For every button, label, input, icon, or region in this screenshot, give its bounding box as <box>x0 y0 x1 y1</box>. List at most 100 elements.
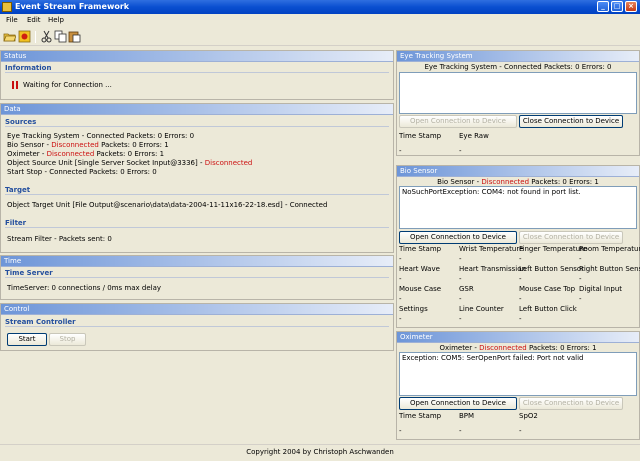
status-bar: Copyright 2004 by Christoph Aschwanden <box>0 444 640 461</box>
bio-field-label: Finger Temperature <box>519 245 588 253</box>
oxi-field-label: SpO2 <box>519 412 538 420</box>
bio-field-value: - <box>519 255 522 263</box>
bio-field-label: Line Counter <box>459 305 504 313</box>
oximeter-panel: Oximeter Oximeter - Disconnected Packets… <box>396 331 640 440</box>
menu-file[interactable]: File <box>6 15 18 26</box>
bio-field-value: - <box>579 255 582 263</box>
stream-controller-title: Stream Controller <box>5 317 389 327</box>
oxi-field-value: - <box>519 427 522 435</box>
toolbar <box>0 28 640 46</box>
title-bar: Event Stream Framework _ □ × <box>0 0 640 14</box>
bio-log-text: NoSuchPortException: COM4: not found in … <box>402 188 581 196</box>
control-header: Control <box>1 304 393 315</box>
source-oxi-state: Disconnected <box>46 150 95 158</box>
bio-status-prefix: Bio Sensor - <box>437 178 482 186</box>
eye-field-value: - <box>399 147 402 155</box>
time-server-title-label: Time Server <box>5 269 53 277</box>
bio-field-label: Digital Input <box>579 285 623 293</box>
menu-help[interactable]: Help <box>48 15 64 26</box>
menu-bar: File Edit Help <box>0 14 640 27</box>
bio-field-value: - <box>459 275 462 283</box>
stream-filter: Stream Filter - Packets sent: 0 <box>7 235 112 243</box>
paste-icon[interactable] <box>68 30 81 43</box>
bio-field-value: - <box>399 275 402 283</box>
bio-status-suffix: Packets: 0 Errors: 1 <box>529 178 599 186</box>
target-unit: Object Target Unit [File Output@scenario… <box>7 201 328 209</box>
oximeter-header: Oximeter <box>397 332 639 343</box>
source-eye-tracking: Eye Tracking System - Connected Packets:… <box>7 132 195 140</box>
time-panel: Time Time Server TimeServer: 0 connectio… <box>0 255 394 300</box>
bio-field-label: Heart Wave <box>399 265 440 273</box>
target-title: Target <box>5 185 389 195</box>
time-server-title: Time Server <box>5 268 389 278</box>
minimize-button[interactable]: _ <box>597 1 609 12</box>
copy-icon[interactable] <box>54 30 67 43</box>
status-header-label: Status <box>4 52 27 60</box>
bio-field-value: - <box>399 315 402 323</box>
bio-sensor-panel: Bio Sensor Bio Sensor - Disconnected Pac… <box>396 165 640 328</box>
bio-field-label: Room Temperature <box>579 245 640 253</box>
bio-field-label: Heart Transmission <box>459 265 526 273</box>
source-object-unit: Object Source Unit [Single Server Socket… <box>7 159 252 168</box>
source-bio-suffix: Packets: 0 Errors: 1 <box>98 141 169 149</box>
bio-field-label: Mouse Case <box>399 285 442 293</box>
filter-title: Filter <box>5 218 389 228</box>
bio-field-value: - <box>519 275 522 283</box>
source-obj-state: Disconnected <box>204 159 253 167</box>
bio-field-value: - <box>519 315 522 323</box>
bio-status-state: Disconnected <box>481 178 530 186</box>
oxi-status-prefix: Oximeter - <box>439 344 480 352</box>
bio-field-value: - <box>459 255 462 263</box>
oxi-field-value: - <box>399 427 402 435</box>
control-panel: Control Stream Controller Start Stop <box>0 303 394 351</box>
bio-field-value: - <box>399 255 402 263</box>
eye-close-connection-button[interactable]: Close Connection to Device <box>519 115 623 128</box>
oxi-status-suffix: Packets: 0 Errors: 1 <box>526 344 597 352</box>
bio-close-connection-button[interactable]: Close Connection to Device <box>519 231 623 244</box>
bio-sensor-log[interactable]: NoSuchPortException: COM4: not found in … <box>399 186 637 229</box>
oximeter-log[interactable]: Exception: COM5: SerOpenPort failed: Por… <box>399 352 637 396</box>
bio-field-value: - <box>459 295 462 303</box>
sources-title: Sources <box>5 117 389 127</box>
eye-open-connection-button[interactable]: Open Connection to Device <box>399 115 517 128</box>
time-server-status: TimeServer: 0 connections / 0ms max dela… <box>7 284 161 292</box>
bio-field-label: GSR <box>459 285 474 293</box>
eye-field-label: Eye Raw <box>459 132 489 140</box>
bio-field-label: Mouse Case Top <box>519 285 576 293</box>
maximize-button[interactable]: □ <box>611 1 623 12</box>
source-bio-sensor: Bio Sensor - Disconnected Packets: 0 Err… <box>7 141 169 150</box>
bio-field-label: Settings <box>399 305 428 313</box>
control-header-label: Control <box>4 305 30 313</box>
oxi-status-state: Disconnected <box>479 344 527 352</box>
eye-tracking-panel: Eye Tracking System Eye Tracking System … <box>396 50 640 156</box>
data-panel: Data Sources Eye Tracking System - Conne… <box>0 103 394 253</box>
bio-open-connection-button[interactable]: Open Connection to Device <box>399 231 517 244</box>
menu-edit[interactable]: Edit <box>27 15 41 26</box>
record-icon[interactable] <box>18 30 31 43</box>
open-folder-icon[interactable] <box>3 30 17 43</box>
bio-field-label: Time Stamp <box>399 245 442 253</box>
pause-icon <box>12 81 18 89</box>
copyright-text: Copyright 2004 by Christoph Aschwanden <box>246 448 394 456</box>
eye-tracking-log[interactable] <box>399 72 637 114</box>
eye-tracking-header: Eye Tracking System <box>397 51 639 62</box>
window-title: Event Stream Framework <box>15 2 130 11</box>
close-button[interactable]: × <box>625 1 637 12</box>
oxi-field-value: - <box>459 427 462 435</box>
time-header-label: Time <box>4 257 22 265</box>
bio-field-label: Left Button Click <box>519 305 577 313</box>
information-title: Information <box>5 63 389 73</box>
bio-field-label: Right Button Sensor <box>579 265 640 273</box>
oxi-open-connection-button[interactable]: Open Connection to Device <box>399 397 517 410</box>
stop-button[interactable]: Stop <box>49 333 86 346</box>
app-icon <box>2 2 12 12</box>
data-header-label: Data <box>4 105 21 113</box>
oxi-close-connection-button[interactable]: Close Connection to Device <box>519 397 623 410</box>
start-button[interactable]: Start <box>7 333 47 346</box>
bio-field-value: - <box>399 295 402 303</box>
cut-icon[interactable] <box>40 30 53 43</box>
bio-field-value: - <box>579 295 582 303</box>
bio-sensor-header: Bio Sensor <box>397 166 639 177</box>
source-bio-prefix: Bio Sensor - <box>7 141 52 149</box>
source-oximeter: Oximeter - Disconnected Packets: 0 Error… <box>7 150 164 159</box>
